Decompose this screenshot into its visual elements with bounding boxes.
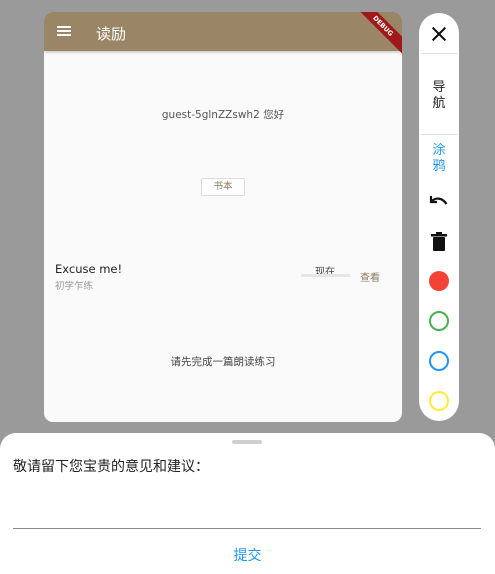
sidebar-divider: [421, 134, 457, 135]
tab-navigation[interactable]: 导航: [430, 80, 448, 112]
green-color-swatch[interactable]: [429, 311, 449, 331]
user-greeting: guest-5glnZZswh2 您好: [161, 109, 285, 121]
app-bar: 读励: [44, 12, 402, 51]
lesson-level: 初学乍练: [55, 281, 94, 292]
undo-icon[interactable]: [429, 193, 449, 209]
feedback-sheet: 敬请留下您宝贵的意见和建议： 提交: [0, 433, 495, 574]
feedback-prompt: 敬请留下您宝贵的意见和建议：: [13, 459, 209, 475]
app-title: 读励: [96, 25, 127, 43]
drag-handle[interactable]: [232, 440, 262, 444]
lesson-progress-bar: [301, 274, 350, 277]
submit-button[interactable]: 提交: [0, 545, 495, 565]
sidebar-divider: [421, 53, 457, 54]
tab-drawing[interactable]: 涂鸦: [430, 143, 448, 175]
feedback-input[interactable]: [13, 481, 481, 529]
debug-sidebar: 导航 涂鸦: [419, 13, 459, 421]
app-screen: 读励 DEBUG guest-5glnZZswh2 您好 书本 Excuse m…: [44, 12, 402, 422]
reading-notice: 请先完成一篇朗读练习: [170, 356, 276, 368]
book-button[interactable]: 书本: [201, 178, 245, 196]
blue-color-swatch[interactable]: [429, 351, 449, 371]
view-button[interactable]: 查看: [360, 269, 380, 284]
yellow-color-swatch[interactable]: [429, 391, 449, 411]
trash-icon[interactable]: [431, 232, 447, 251]
lesson-title: Excuse me!: [55, 262, 123, 276]
close-icon[interactable]: [431, 26, 447, 42]
menu-icon[interactable]: [57, 26, 71, 36]
red-color-swatch[interactable]: [429, 271, 449, 291]
